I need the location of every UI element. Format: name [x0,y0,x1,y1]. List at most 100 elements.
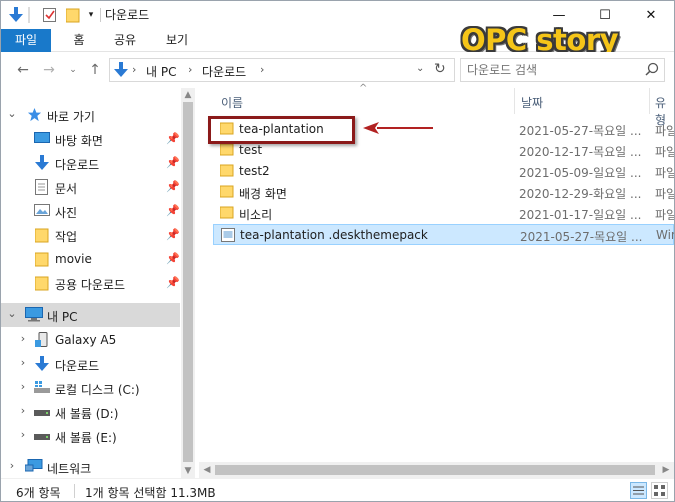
qa-divider [28,7,30,23]
scroll-up-icon[interactable]: ▲ [181,88,195,102]
nav-item-galaxy-a5[interactable]: › Galaxy A5 [1,328,180,352]
download-arrow-icon [114,62,128,81]
nav-label: 내 PC [47,310,78,324]
breadcrumb-downloads[interactable]: 다운로드 [202,63,246,80]
nav-item-drive-c[interactable]: › 로컬 디스크 (C:) [1,376,180,400]
download-arrow-icon[interactable] [7,5,25,25]
pin-icon[interactable]: 📌 [166,132,180,145]
file-name: test2 [239,164,270,178]
scroll-right-icon[interactable]: ▶ [659,463,673,477]
up-arrow-icon[interactable]: ↑ [85,60,105,80]
nav-item-drive-e[interactable]: › 새 볼륨 (E:) [1,424,180,448]
computer-icon [25,307,43,323]
column-divider[interactable] [649,88,650,114]
properties-icon[interactable] [41,5,59,25]
nav-scroll-thumb[interactable] [183,102,193,462]
file-date: 2021-05-09-일요일 ... [519,166,642,180]
breadcrumb-separator: › [188,63,193,76]
file-type: 파일 [655,145,675,159]
file-type: 파일 [655,208,675,222]
search-input[interactable] [467,62,637,78]
nav-label: 바로 가기 [47,110,95,124]
new-folder-icon[interactable] [64,5,82,25]
annotation-arrow-icon [363,122,433,134]
nav-item-desktop[interactable]: 바탕 화면 📌 [1,127,180,151]
folder-icon [219,164,234,177]
breadcrumb-separator: › [132,63,137,76]
address-bar[interactable]: › 내 PC › 다운로드 › ⌄ ↻ [109,58,455,82]
nav-label: 다운로드 [55,359,100,373]
chevron-down-icon[interactable]: ⌄ [6,307,18,321]
nav-item-downloads[interactable]: 다운로드 📌 [1,151,180,175]
column-divider[interactable] [514,88,515,114]
nav-item-public-downloads[interactable]: 공용 다운로드 📌 [1,271,180,295]
refresh-icon[interactable]: ↻ [434,61,446,77]
file-row[interactable]: 배경 화면 2020-12-29-화요일 ... 파일 [213,182,674,203]
address-row: ← → ⌄ ↑ › 내 PC › 다운로드 › ⌄ ↻ [1,52,674,88]
nav-label: 바탕 화면 [55,134,103,148]
pin-icon[interactable]: 📌 [166,156,180,169]
magnifier-icon[interactable] [645,62,659,79]
chevron-right-icon[interactable]: › [6,459,18,473]
chevron-right-icon[interactable]: › [17,332,29,346]
folder-icon [34,251,51,267]
nav-item-drive-d[interactable]: › 새 볼륨 (D:) [1,400,180,424]
nav-this-pc[interactable]: ⌄ 내 PC [1,303,180,327]
column-header-date[interactable]: 날짜 [521,94,543,111]
document-icon [35,179,51,195]
breadcrumb-this-pc[interactable]: 내 PC [146,63,176,80]
details-view-icon[interactable] [630,482,647,499]
pin-icon[interactable]: 📌 [166,252,180,265]
pin-icon[interactable]: 📌 [166,276,180,289]
status-bar: 6개 항목 1개 항목 선택함 11.3MB [1,478,674,501]
window-title: 다운로드 [105,8,150,22]
horizontal-scrollbar[interactable]: ◀ ▶ [199,462,674,478]
nav-item-movie[interactable]: movie 📌 [1,247,180,271]
file-row[interactable]: test2 2021-05-09-일요일 ... 파일 [213,161,674,182]
star-icon [27,107,43,123]
pin-icon[interactable]: 📌 [166,204,180,217]
pin-icon[interactable]: 📌 [166,180,180,193]
nav-scrollbar[interactable]: ▲ ▼ [181,88,195,478]
nav-network[interactable]: › 네트워크 [1,455,180,479]
customize-toolbar-icon[interactable]: ▾ [85,5,97,25]
scroll-down-icon[interactable]: ▼ [181,464,195,478]
scroll-left-icon[interactable]: ◀ [200,463,214,477]
chevron-down-icon[interactable]: ⌄ [6,107,18,121]
download-arrow-icon [35,356,51,372]
horizontal-scroll-thumb[interactable] [215,465,655,475]
nav-label: 작업 [55,230,78,244]
nav-item-documents[interactable]: 문서 📌 [1,175,180,199]
column-headers: ^ 이름 날짜 유형 [199,83,674,127]
chevron-right-icon[interactable]: › [17,404,29,418]
search-box[interactable] [460,58,665,82]
tab-share[interactable]: 공유 [107,29,143,52]
folder-icon [34,227,51,243]
tab-view[interactable]: 보기 [159,29,195,52]
file-row[interactable]: 비소리 2021-01-17-일요일 ... 파일 [213,203,674,224]
tab-file[interactable]: 파일 [1,29,51,52]
large-icons-view-icon[interactable] [651,482,668,499]
column-header-name[interactable]: 이름 [221,94,243,111]
folder-icon [219,185,234,198]
nav-quick-access[interactable]: ⌄ 바로 가기 [1,103,180,127]
tab-home[interactable]: 홈 [64,29,94,52]
address-history-icon[interactable]: ⌄ [416,63,424,74]
breadcrumb-separator: › [260,63,265,76]
nav-item-pictures[interactable]: 사진 📌 [1,199,180,223]
chevron-right-icon[interactable]: › [17,356,29,370]
nav-item-work[interactable]: 작업 📌 [1,223,180,247]
chevron-right-icon[interactable]: › [17,380,29,394]
forward-arrow-icon[interactable]: → [39,60,59,80]
chevron-right-icon[interactable]: › [17,428,29,442]
folder-icon [34,275,51,291]
file-row-selected[interactable]: tea-plantation .deskthemepack 2021-05-27… [213,224,674,245]
nav-item-pc-downloads[interactable]: › 다운로드 [1,352,180,376]
back-arrow-icon[interactable]: ← [13,60,33,80]
pin-icon[interactable]: 📌 [166,228,180,241]
nav-label: movie [55,252,92,266]
folder-icon [219,206,234,219]
close-button[interactable]: ✕ [628,1,674,29]
recent-locations-icon[interactable]: ⌄ [63,60,83,80]
file-type: 파일 [655,187,675,201]
